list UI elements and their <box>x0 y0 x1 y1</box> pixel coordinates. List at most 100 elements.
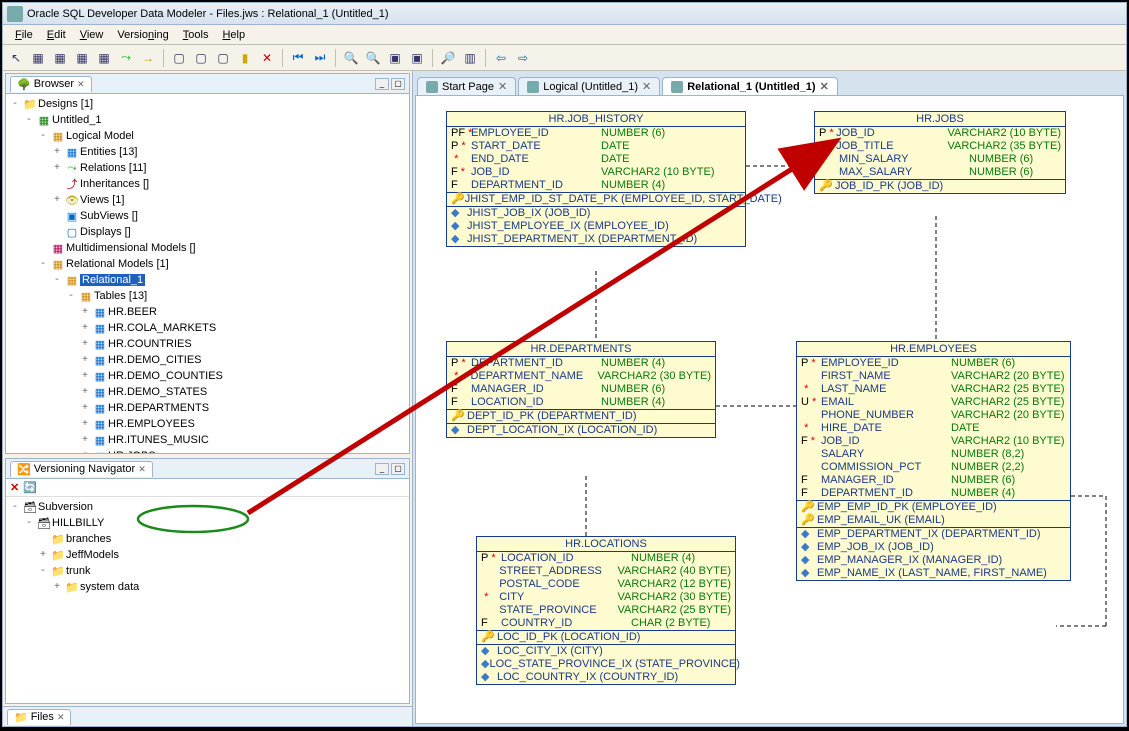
multi-icon: ▦ <box>50 241 66 255</box>
entity-column: F MANAGER_IDNUMBER (6) <box>797 474 1070 487</box>
close-icon[interactable]: ✕ <box>498 80 507 93</box>
table-icon: ▦ <box>92 417 108 431</box>
tool-box1-icon[interactable]: ▢ <box>170 49 188 67</box>
tool-layers-icon[interactable]: ▥ <box>461 49 479 67</box>
entity-key: 🔑EMP_EMAIL_UK (EMAIL) <box>797 514 1070 527</box>
tool-nav-icon[interactable]: ⤳ <box>117 49 135 67</box>
tool-back-icon[interactable]: ⇦ <box>492 49 510 67</box>
tool-fwd-icon[interactable]: ⇨ <box>514 49 532 67</box>
tool-table-icon[interactable]: ▦ <box>29 49 47 67</box>
menu-tools[interactable]: Tools <box>177 27 215 43</box>
entity-column: *JOB_TITLEVARCHAR2 (35 BYTE) <box>815 140 1065 153</box>
tool-note-icon[interactable]: ▮ <box>236 49 254 67</box>
tree-table[interactable]: +▦HR.JOBS <box>8 448 407 453</box>
tree-table[interactable]: +▦HR.DEMO_COUNTIES <box>8 368 407 384</box>
table-icon: ▦ <box>92 369 108 383</box>
table-label: HR.COLA_MARKETS <box>108 322 216 334</box>
close-icon[interactable]: ✕ <box>138 464 146 475</box>
entity-keys: 🔑JHIST_EMP_ID_ST_DATE_PK (EMPLOYEE_ID, S… <box>447 193 745 207</box>
tool-last-icon[interactable]: ⏭ <box>311 49 329 67</box>
maximize-icon[interactable]: ▢ <box>391 463 405 475</box>
entity-column: POSTAL_CODEVARCHAR2 (12 BYTE) <box>477 578 735 591</box>
tool-box2-icon[interactable]: ▢ <box>192 49 210 67</box>
tree-table[interactable]: +▦HR.DEMO_CITIES <box>8 352 407 368</box>
close-icon[interactable]: ✕ <box>642 80 651 93</box>
tool-region-icon[interactable]: ▣ <box>408 49 426 67</box>
files-tab[interactable]: 📁 Files ✕ <box>7 709 71 725</box>
diagram-canvas[interactable]: HR.JOB_HISTORYPF *EMPLOYEE_IDNUMBER (6)P… <box>415 95 1124 724</box>
entity-key: 🔑EMP_EMP_ID_PK (EMPLOYEE_ID) <box>797 501 1070 514</box>
displays-icon: ▢ <box>64 225 80 239</box>
refresh-icon[interactable]: 🔄 <box>23 481 37 494</box>
close-icon[interactable]: ✕ <box>77 79 85 90</box>
tool-zoomout-icon[interactable]: 🔍 <box>364 49 382 67</box>
tree-table[interactable]: +▦HR.COUNTRIES <box>8 336 407 352</box>
entity-locations[interactable]: HR.LOCATIONSP *LOCATION_IDNUMBER (4) STR… <box>476 536 736 685</box>
tool-first-icon[interactable]: ⏮ <box>289 49 307 67</box>
entity-column: *LAST_NAMEVARCHAR2 (25 BYTE) <box>797 383 1070 396</box>
entity-job_history[interactable]: HR.JOB_HISTORYPF *EMPLOYEE_IDNUMBER (6)P… <box>446 111 746 247</box>
minimize-icon[interactable]: _ <box>375 463 389 475</box>
entity-title: HR.EMPLOYEES <box>797 342 1070 357</box>
close-icon[interactable]: ✕ <box>57 712 65 723</box>
menu-edit[interactable]: Edit <box>41 27 72 43</box>
tab-logical[interactable]: Logical (Untitled_1)✕ <box>518 77 660 95</box>
tool-zoomin-icon[interactable]: 🔍 <box>342 49 360 67</box>
app-window: Oracle SQL Developer Data Modeler - File… <box>2 2 1127 727</box>
tree-table[interactable]: +▦HR.EMPLOYEES <box>8 416 407 432</box>
tool-view-icon[interactable]: ▦ <box>95 49 113 67</box>
entity-key: 🔑JHIST_EMP_ID_ST_DATE_PK (EMPLOYEE_ID, S… <box>447 193 745 206</box>
tool-select-icon[interactable]: ↖ <box>7 49 25 67</box>
app-icon <box>7 6 23 22</box>
tool-box3-icon[interactable]: ▢ <box>214 49 232 67</box>
table-label: HR.COUNTRIES <box>108 338 192 350</box>
tree-table[interactable]: +▦HR.COLA_MARKETS <box>8 320 407 336</box>
entity-employees[interactable]: HR.EMPLOYEESP *EMPLOYEE_IDNUMBER (6) FIR… <box>796 341 1071 581</box>
maximize-icon[interactable]: ▢ <box>391 78 405 90</box>
table-label: HR.DEMO_COUNTIES <box>108 370 223 382</box>
tree-table[interactable]: +▦HR.DEPARTMENTS <box>8 400 407 416</box>
entity-column: PHONE_NUMBERVARCHAR2 (20 BYTE) <box>797 409 1070 422</box>
menu-file[interactable]: File <box>9 27 39 43</box>
tool-arrow-icon[interactable]: → <box>139 49 157 67</box>
tree-table[interactable]: +▦HR.BEER <box>8 304 407 320</box>
browser-tree[interactable]: -📁Designs [1] -▦Untitled_1 -▦Logical Mod… <box>6 94 409 453</box>
tool-new-icon[interactable]: ▦ <box>51 49 69 67</box>
tree-table[interactable]: +▦HR.DEMO_STATES <box>8 384 407 400</box>
index-icon: ◆ <box>801 567 817 580</box>
tab-relational[interactable]: Relational_1 (Untitled_1)✕ <box>662 77 838 95</box>
delete-icon[interactable]: ✕ <box>10 481 19 494</box>
entity-indexes: ◆EMP_DEPARTMENT_IX (DEPARTMENT_ID)◆EMP_J… <box>797 528 1070 580</box>
titlebar[interactable]: Oracle SQL Developer Data Modeler - File… <box>3 3 1126 25</box>
tab-start-page[interactable]: Start Page✕ <box>417 77 516 95</box>
key-icon: 🔑 <box>819 180 835 193</box>
versioning-tab[interactable]: 🔀 Versioning Navigator ✕ <box>10 461 153 477</box>
entity-title: HR.JOB_HISTORY <box>447 112 745 127</box>
entity-column: *HIRE_DATEDATE <box>797 422 1070 435</box>
entity-columns: P *EMPLOYEE_IDNUMBER (6) FIRST_NAMEVARCH… <box>797 357 1070 501</box>
minimize-icon[interactable]: _ <box>375 78 389 90</box>
entity-column: F DEPARTMENT_IDNUMBER (4) <box>797 487 1070 500</box>
tool-delete-icon[interactable]: ✕ <box>258 49 276 67</box>
tree-table[interactable]: +▦HR.ITUNES_MUSIC <box>8 432 407 448</box>
menu-versioning[interactable]: Versioning <box>111 27 174 43</box>
tree-views: +👁Views [1] <box>8 192 407 208</box>
close-icon[interactable]: ✕ <box>820 80 829 93</box>
tree-root: -📁Designs [1] <box>8 96 407 112</box>
menu-help[interactable]: Help <box>216 27 251 43</box>
menu-view[interactable]: View <box>74 27 110 43</box>
entity-jobs[interactable]: HR.JOBSP *JOB_IDVARCHAR2 (10 BYTE) *JOB_… <box>814 111 1066 194</box>
entity-key: 🔑JOB_ID_PK (JOB_ID) <box>815 180 1065 193</box>
logical-icon <box>527 81 539 93</box>
entity-column: *DEPARTMENT_NAMEVARCHAR2 (30 BYTE) <box>447 370 715 383</box>
key-icon: 🔑 <box>801 514 817 527</box>
entity-departments[interactable]: HR.DEPARTMENTSP *DEPARTMENT_IDNUMBER (4)… <box>446 341 716 438</box>
table-icon: ▦ <box>92 321 108 335</box>
browser-tab[interactable]: 🌳 Browser ✕ <box>10 76 92 92</box>
tool-entity-icon[interactable]: ▦ <box>73 49 91 67</box>
main-area: 🌳 Browser ✕ _ ▢ -📁Designs [1] -▦Untitled… <box>3 71 1126 726</box>
tool-fit-icon[interactable]: ▣ <box>386 49 404 67</box>
versioning-tree[interactable]: -🗃Subversion -🗃HILLBILLY 📁branches +📁Jef… <box>6 497 409 703</box>
folder-icon: 📁 <box>22 97 38 111</box>
tool-find-icon[interactable]: 🔎 <box>439 49 457 67</box>
